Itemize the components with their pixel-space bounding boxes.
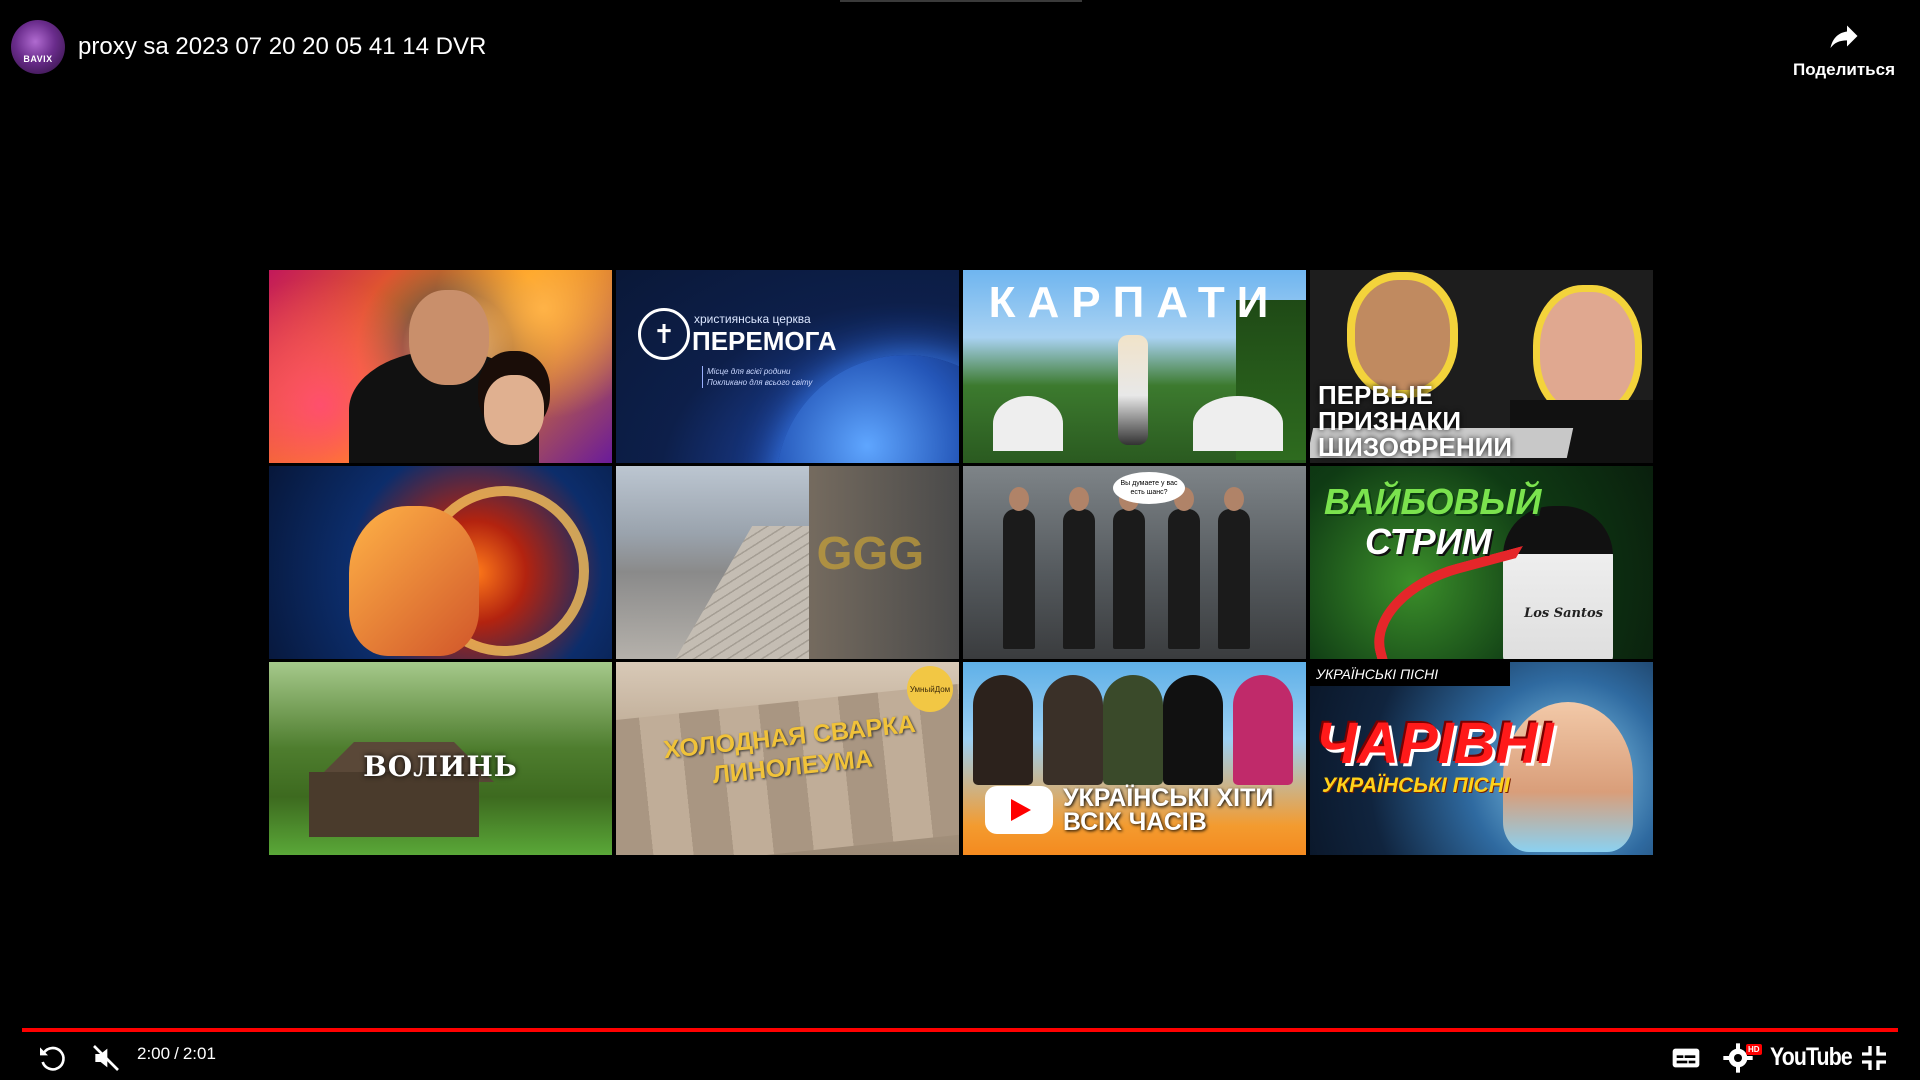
- thumb-subtitle-line: Місце для всієї родини: [707, 367, 791, 376]
- thumb-figure: [973, 675, 1033, 785]
- thumb-figure: [349, 506, 479, 656]
- subtitles-button[interactable]: [1670, 1036, 1702, 1080]
- thumb-vibe-stream[interactable]: ВАЙБОВЫЙ СТРИМ Los Santos: [1310, 466, 1653, 659]
- channel-logo: УмныйДом: [907, 666, 953, 712]
- current-time: 2:00: [137, 1044, 171, 1063]
- thumb-schizophrenia[interactable]: ПЕРВЫЕ ПРИЗНАКИ ШИЗОФРЕНИИ: [1310, 270, 1653, 463]
- channel-avatar[interactable]: BAVIX: [11, 20, 65, 74]
- thumb-nautilus-art[interactable]: [269, 466, 612, 659]
- muted-volume-icon: [93, 1045, 119, 1071]
- thumb-charivni[interactable]: УКРАЇНСЬКІ ПІСНІ ЧАРІВНІ УКРАЇНСЬКІ ПІСН…: [1310, 662, 1653, 855]
- youtube-play-icon: [985, 786, 1053, 834]
- thumb-figure: [1163, 675, 1223, 785]
- thumb-figure: [484, 375, 544, 445]
- youtube-logo[interactable]: YouTube: [1770, 1043, 1853, 1072]
- thumb-figure: [1355, 280, 1450, 390]
- thumb-peremoga[interactable]: ✝ християнська церква ПЕРЕМОГА Місце для…: [616, 270, 959, 463]
- thumb-title-line: СТРИМ: [1365, 521, 1492, 562]
- end-screen-grid: ✝ християнська церква ПЕРЕМОГА Місце для…: [269, 270, 1653, 856]
- thumb-subtitle: УКРАЇНСЬКІ ПІСНІ: [1322, 774, 1510, 797]
- thumb-subtitle-line: Покликано для всього світу: [707, 378, 813, 387]
- replay-button[interactable]: [36, 1036, 68, 1080]
- thumb-figure: [1113, 487, 1145, 649]
- avatar-text: BAVIX: [23, 54, 53, 64]
- thumb-dome: [1193, 396, 1283, 451]
- player-controls: [0, 1036, 1920, 1080]
- exit-fullscreen-icon: [1862, 1046, 1886, 1070]
- share-button[interactable]: Поделиться: [1788, 18, 1900, 80]
- red-arrow-icon: [1358, 545, 1552, 659]
- thumb-subtitle: Місце для всієї родини Покликано для всь…: [702, 366, 812, 388]
- thumb-title: ЧАРІВНІ: [1316, 711, 1554, 776]
- thumb-volyn[interactable]: ВОЛИНЬ: [269, 662, 612, 855]
- subtitles-icon: [1672, 1048, 1700, 1068]
- exit-fullscreen-button[interactable]: [1858, 1036, 1890, 1080]
- thumb-title: ПЕРВЫЕ ПРИЗНАКИ ШИЗОФРЕНИИ: [1318, 382, 1512, 460]
- thumb-ukrainian-hits[interactable]: УКРАЇНСЬКІ ХІТИ ВСІХ ЧАСІВ: [963, 662, 1306, 855]
- thumb-title-line: ВСІХ ЧАСІВ: [1063, 808, 1207, 836]
- thumb-figure: [1063, 487, 1095, 649]
- top-loading-bar: [840, 0, 1082, 2]
- thumb-title-line: ШИЗОФРЕНИИ: [1318, 432, 1513, 462]
- thumb-street-walk[interactable]: GGG: [616, 466, 959, 659]
- thumb-men-cars[interactable]: Вы думаете у вас есть шанс?: [963, 466, 1306, 659]
- video-title[interactable]: proxy sa 2023 07 20 20 05 41 14 DVR: [78, 33, 486, 61]
- church-cross-icon: ✝: [638, 308, 690, 360]
- mute-button[interactable]: [90, 1036, 122, 1080]
- thumb-header: УКРАЇНСЬКІ ПІСНІ: [1310, 662, 1510, 686]
- thumb-figure: [1003, 487, 1035, 649]
- thumb-figure: [1118, 335, 1148, 445]
- time-separator: /: [174, 1044, 179, 1063]
- thumb-figure: [1043, 675, 1103, 785]
- thumb-figure: [1218, 487, 1250, 649]
- duration: 2:01: [182, 1044, 216, 1063]
- shirt-text: Los Santos: [1524, 606, 1603, 621]
- share-icon: [1830, 25, 1858, 48]
- thumb-title-line: ПЕРВЫЕ: [1318, 380, 1433, 410]
- thumb-dome: [993, 396, 1063, 451]
- thumb-title-line: ВАЙБОВЫЙ: [1324, 481, 1542, 522]
- thumb-figure: [1233, 675, 1293, 785]
- thumb-figure: [1540, 292, 1635, 412]
- thumb-title: УКРАЇНСЬКІ ХІТИ ВСІХ ЧАСІВ: [1063, 784, 1274, 836]
- thumb-linoleum[interactable]: УмныйДом ХОЛОДНАЯ СВАРКА ЛИНОЛЕУМА: [616, 662, 959, 855]
- thumb-figure: [409, 290, 489, 385]
- time-display: 2:00/2:01: [137, 1044, 216, 1064]
- thumb-header-text: УКРАЇНСЬКІ ПІСНІ: [1316, 666, 1439, 682]
- replay-icon: [40, 1046, 65, 1071]
- thumb-small-text: християнська церква: [694, 312, 811, 326]
- hd-badge: HD: [1746, 1044, 1762, 1055]
- speech-bubble: Вы думаете у вас есть шанс?: [1113, 472, 1185, 504]
- thumb-title: ПЕРЕМОГА: [692, 326, 837, 356]
- thumb-title-line: УКРАЇНСЬКІ ХІТИ: [1063, 784, 1274, 812]
- thumb-karpaty[interactable]: КАРПАТИ: [963, 270, 1306, 463]
- thumb-figure: [1168, 487, 1200, 649]
- thumb-title: ВОЛИНЬ: [363, 750, 518, 783]
- thumb-action-movie[interactable]: [269, 270, 612, 463]
- thumb-title-line: ПРИЗНАКИ: [1318, 406, 1462, 436]
- thumb-figure: [1103, 675, 1163, 785]
- thumb-watermark: GGG: [816, 527, 924, 579]
- share-label: Поделиться: [1792, 60, 1896, 79]
- settings-button[interactable]: [1722, 1036, 1754, 1080]
- thumb-title: КАРПАТИ: [988, 278, 1281, 327]
- progress-bar[interactable]: [22, 1028, 1898, 1032]
